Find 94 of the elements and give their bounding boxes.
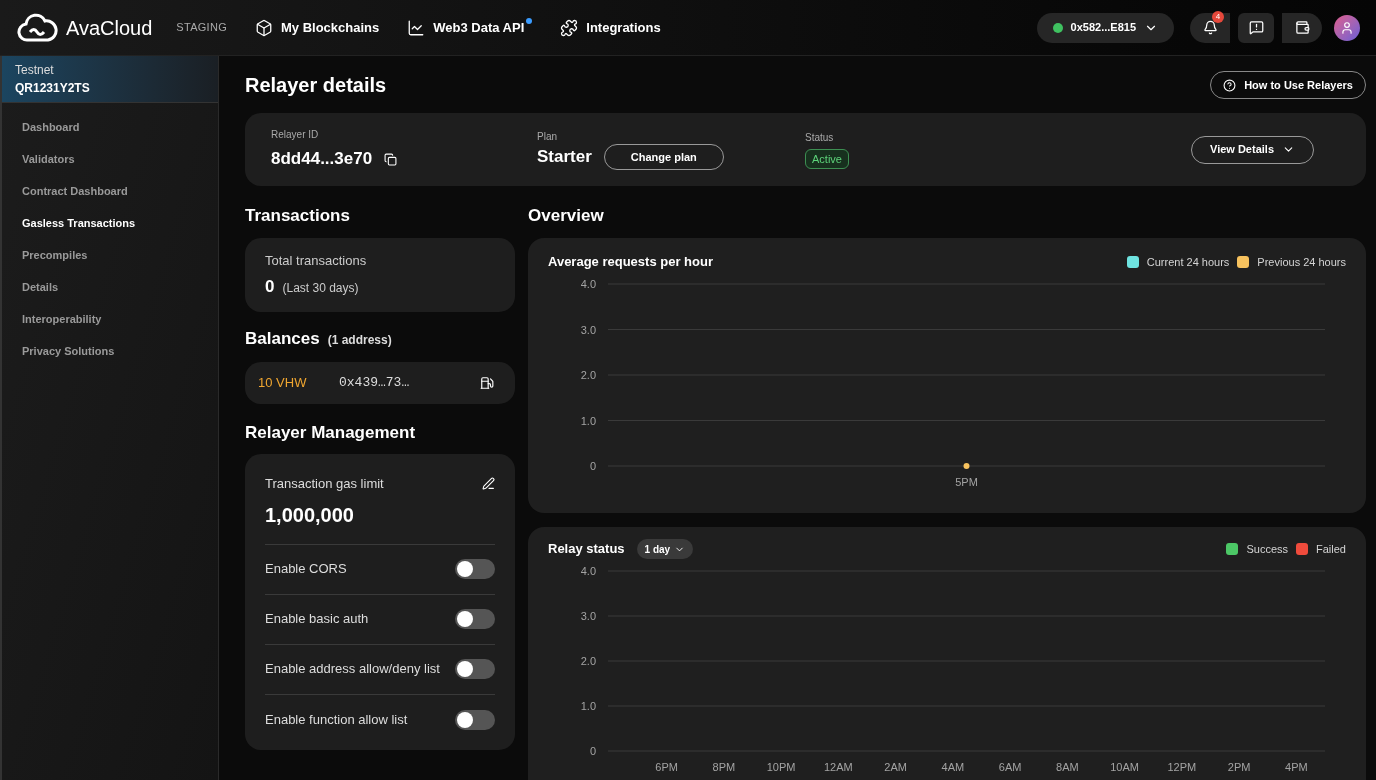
network-name: Testnet [15,62,55,79]
y-tick-label: 4.0 [580,277,596,290]
brand-name: AvaCloud [66,15,153,41]
y-tick-label: 1.0 [580,414,596,426]
section-title: Balances [245,328,320,350]
x-tick-label: 8PM [712,761,736,773]
wallet-icon [1294,20,1310,35]
period-label: (Last 30 days) [282,280,359,297]
x-tick-label: 2PM [1227,761,1251,773]
sidebar-item[interactable]: Dashboard [22,118,198,136]
fuel-button[interactable] [480,375,494,390]
x-tick-label: 10AM [1110,761,1139,773]
sidebar-item[interactable]: Contract Dashboard [22,182,198,200]
feedback-button[interactable] [1238,12,1274,43]
notification-count-badge: 4 [1212,10,1224,23]
legend-label: Failed [1316,541,1346,557]
balance-amount: 10 VHW [258,373,308,392]
x-tick-label: 6PM [655,761,678,773]
total-transactions-label: Total transactions [265,251,368,270]
toggle-switch[interactable] [455,659,495,679]
sidebar-item[interactable]: Details [22,278,198,296]
status-label: Status [805,130,834,145]
x-tick-label: 4AM [941,761,965,773]
x-tick-label: 8AM [1056,761,1079,773]
copy-icon [384,152,398,166]
nav-link[interactable]: Web3 Data API [407,17,533,38]
plan-name: Starter [537,146,592,169]
section-title: Transactions [245,205,351,228]
range-dropdown[interactable]: 1 day [636,539,694,559]
y-tick-label: 3.0 [580,323,596,335]
copy-button[interactable] [384,152,398,166]
wallet-address: 0x439…73… [339,373,410,392]
x-tick-label: 6AM [998,761,1022,773]
puzzle-icon [560,18,579,37]
gas-limit-label: Transaction gas limit [265,475,384,493]
relayer-id: 8dd44...3e70 [271,148,373,171]
environment-label: STAGING [176,20,227,36]
relayer-id-label: Relayer ID [271,128,320,143]
sidebar-item[interactable]: Precompiles [22,246,198,264]
line-chart-icon [407,18,426,37]
y-tick-label: 2.0 [580,655,596,667]
toggle-switch[interactable] [455,559,495,579]
legend-label: Current 24 hours [1146,254,1230,270]
user-avatar[interactable] [1334,14,1360,41]
y-tick-label: 2.0 [580,368,596,381]
message-alert-icon [1248,20,1264,35]
y-tick-label: 3.0 [580,610,596,622]
sidebar-item[interactable]: Validators [22,150,198,168]
help-icon [1223,78,1237,92]
notifications-button[interactable]: 4 [1190,12,1230,43]
nav-link[interactable]: Integrations [560,17,661,38]
sidebar-item[interactable]: Gasless Transactions [22,214,198,232]
toggle-switch[interactable] [455,609,495,629]
legend-label: Previous 24 hours [1257,254,1346,270]
x-tick-label: 10PM [766,761,796,773]
x-tick-label: 12PM [1167,761,1197,773]
fuel-pump-icon [480,375,494,390]
y-tick-label: 4.0 [580,565,596,577]
wallet-icon-button[interactable] [1282,12,1322,43]
section-title: Relayer Management [245,421,417,444]
nav-link[interactable]: My Blockchains [255,17,380,38]
sidebar-item[interactable]: Privacy Solutions [22,342,198,360]
toggle-switch[interactable] [455,709,495,730]
page-title: Relayer details [245,73,387,98]
sidebar-item[interactable]: Interoperability [22,310,198,328]
x-tick-label: 4PM [1285,761,1308,773]
wallet-button[interactable]: 0x582...E815 [1036,12,1174,43]
chart-title: Relay status [548,540,625,559]
y-tick-label: 0 [589,745,596,757]
chart-title: Average requests per hour [548,253,713,271]
x-tick-label: 2AM [884,761,907,773]
cloud-logo-icon [16,12,58,43]
toggle-label: Enable CORS [265,560,347,579]
edit-button[interactable] [482,477,495,491]
y-tick-label: 0 [589,459,596,472]
toggle-label: Enable basic auth [265,610,369,629]
chain-id: QR1231Y2TS [15,80,91,97]
section-title: Overview [528,205,605,228]
gas-limit-value: 1,000,000 [265,502,355,528]
x-tick-label: 12AM [824,761,853,773]
transaction-count: 0 [265,276,275,298]
legend-label: Success [1246,541,1289,557]
toggle-label: Enable address allow/deny list [265,660,440,679]
x-tick-label: 5PM [955,475,978,488]
address-count: (1 address) [327,332,392,349]
bell-icon [1202,20,1218,35]
network-selector[interactable]: Testnet QR1231Y2TS [2,56,218,103]
status-badge: Active [805,148,849,170]
y-tick-label: 1.0 [580,700,596,712]
toggle-label: Enable function allow list [265,710,408,729]
pen-icon [482,477,495,491]
plan-label: Plan [537,130,558,144]
user-icon [1340,20,1354,35]
box-icon [255,18,273,37]
